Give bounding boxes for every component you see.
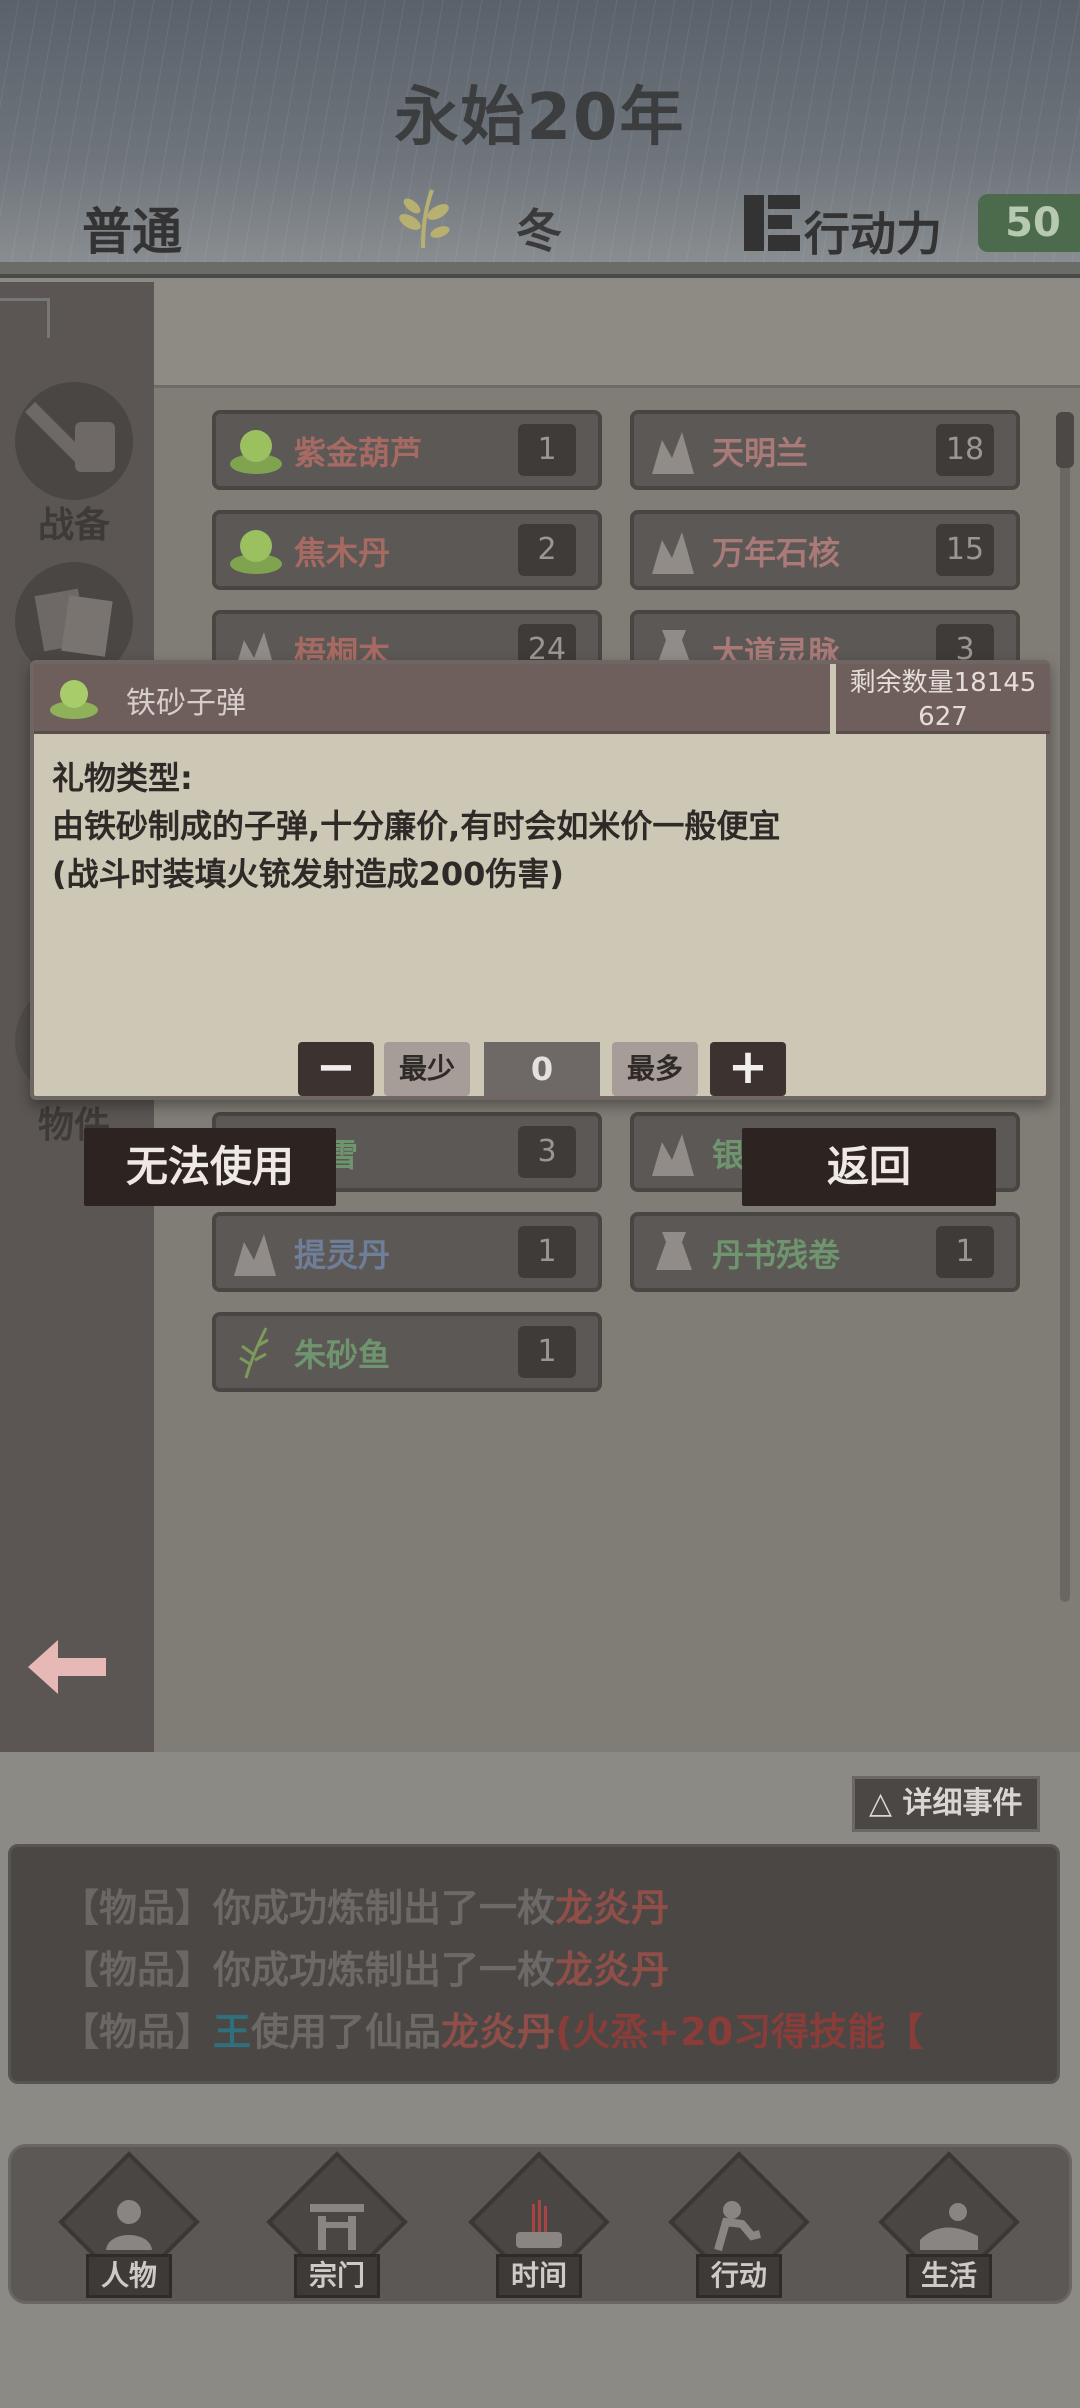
corner-ornament [0,298,50,338]
dialog-item-name: 铁砂子弹 [126,686,246,721]
back-arrow-icon[interactable] [22,1632,112,1702]
item-count: 1 [518,1326,576,1378]
log-line: 【物品】你成功炼制出了一枚龙炎丹 [61,1886,670,1930]
quantity-field[interactable]: 0 [484,1042,600,1096]
difficulty-mode: 普通 [82,203,182,261]
crystal-icon [234,1234,276,1276]
event-log: 【物品】你成功炼制出了一枚龙炎丹 【物品】你成功炼制出了一枚龙炎丹 【物品】王使… [8,1844,1060,2084]
inventory-item[interactable]: 万年石核 15 [630,510,1020,590]
description-line-2: (战斗时装填火铳发射造成200伤害) [52,855,565,893]
item-name: 焦木丹 [294,534,391,572]
top-header: 永始20年 普通 冬 行动力 50 [0,0,1080,270]
tab-label: 宗门 [294,2254,380,2298]
inventory-item[interactable]: 朱砂鱼 1 [212,1312,602,1392]
inventory-scrollbar[interactable] [1060,412,1070,1602]
item-description: 礼物类型: 由铁砂制成的子弹,十分廉价,有时会如米价一般便宜 (战斗时装填火铳发… [52,754,1032,898]
dialog-titlebar: 铁砂子弹 [34,664,830,734]
item-name: 紫金葫芦 [294,434,423,472]
item-name: 万年石核 [712,534,841,572]
crystal-icon [652,432,694,474]
landscape-icon [920,2203,978,2250]
tab-life[interactable]: 生活 [874,2151,1024,2306]
remaining-label: 剩余数量18145 [849,668,1037,698]
action-icon [714,2201,761,2252]
sword-shield-icon [15,382,133,500]
inventory-topband [154,282,1080,388]
inventory-item[interactable]: 天明兰 18 [630,410,1020,490]
return-button[interactable]: 返回 [742,1128,996,1206]
item-name: 天明兰 [712,434,809,472]
season-label: 冬 [516,204,562,258]
crystal-icon [652,532,694,574]
tab-action[interactable]: 行动 [664,2151,814,2306]
item-count: 3 [518,1126,576,1178]
gift-type-line: 礼物类型: [52,759,193,797]
bag-icon [656,1232,692,1270]
item-count: 18 [936,424,994,476]
tab-time[interactable]: 时间 [464,2151,614,2306]
item-name: 丹书残卷 [712,1236,841,1274]
game-screen: 永始20年 普通 冬 行动力 50 战备 物件 紫金葫芦 1 天明兰 18 焦木… [0,0,1080,2408]
max-button[interactable]: 最多 [612,1042,698,1096]
remaining-value: 627 [918,702,968,732]
item-count: 1 [936,1226,994,1278]
min-button[interactable]: 最少 [384,1042,470,1096]
item-name: 朱砂鱼 [294,1336,391,1374]
green-pill-icon [50,680,98,719]
inventory-item[interactable]: 丹书残卷 1 [630,1212,1020,1292]
scrollbar-thumb[interactable] [1056,412,1074,468]
action-points-label: 行动力 [804,207,942,261]
person-icon [106,2200,152,2250]
item-count: 2 [518,524,576,576]
item-name: 银 [712,1136,745,1174]
tab-label: 生活 [906,2254,992,2298]
cannot-use-button[interactable]: 无法使用 [84,1128,336,1206]
item-count: 15 [936,524,994,576]
inventory-item[interactable]: 提灵丹 1 [212,1212,602,1292]
action-points-value: 50 [978,194,1080,252]
tab-label: 人物 [86,2254,172,2298]
increase-button[interactable]: + [710,1042,786,1096]
tab-label: 行动 [696,2254,782,2298]
item-count: 1 [518,424,576,476]
green-pill-icon [230,430,282,474]
nav-label-equipment: 战备 [37,505,110,546]
tab-label: 时间 [496,2254,582,2298]
log-line: 【物品】你成功炼制出了一枚龙炎丹 [61,1948,670,1992]
gate-icon [310,2204,364,2250]
log-line: 【物品】王使用了仙品龙炎丹(火烝+20习得技能【 [61,2010,924,2054]
decrease-button[interactable]: − [298,1042,374,1096]
header-divider [0,262,1080,278]
item-count: 1 [518,1226,576,1278]
wheat-icon [399,189,450,249]
tab-character[interactable]: 人物 [54,2151,204,2306]
herb-icon [239,1327,269,1379]
nav-item-equipment[interactable]: 战备 [4,382,144,548]
inventory-item[interactable]: 焦木丹 2 [212,510,602,590]
inventory-item[interactable]: 紫金葫芦 1 [212,410,602,490]
item-name: 提灵丹 [294,1236,391,1274]
item-detail-dialog: 铁砂子弹 剩余数量18145 627 礼物类型: 由铁砂制成的子弹,十分廉价,有… [30,660,1050,1100]
remaining-quantity: 剩余数量18145 627 [836,664,1050,734]
tab-sect[interactable]: 宗门 [262,2151,412,2306]
detail-events-button[interactable]: △ 详细事件 [852,1776,1040,1832]
green-pill-icon [230,530,282,574]
action-points-icon [744,195,800,251]
crystal-icon [652,1134,694,1176]
year-title: 永始20年 [394,81,686,155]
description-line-1: 由铁砂制成的子弹,十分廉价,有时会如米价一般便宜 [52,807,781,845]
incense-icon [516,2200,562,2248]
